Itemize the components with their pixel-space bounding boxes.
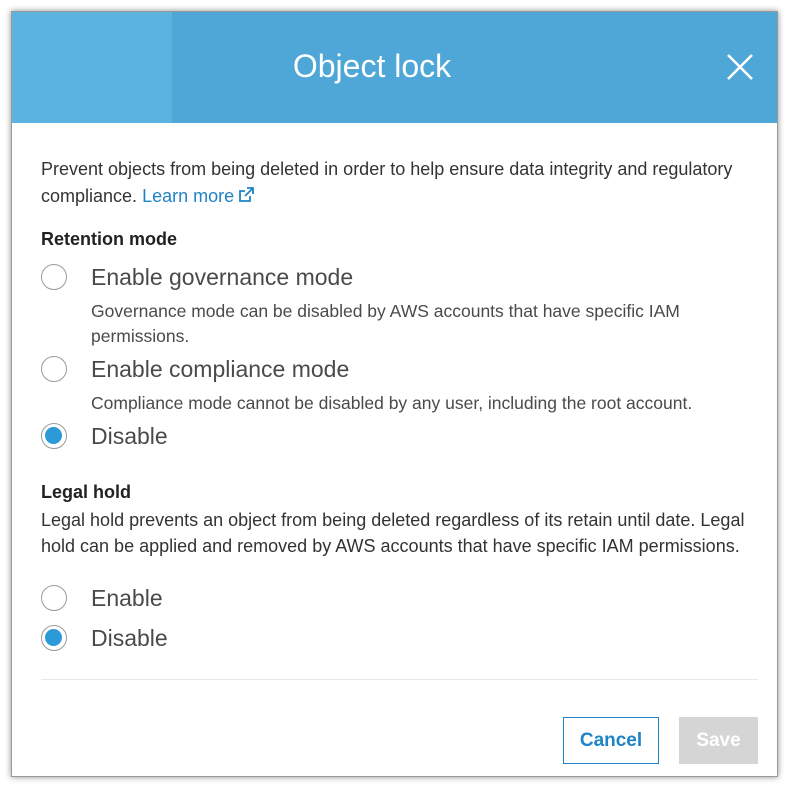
radio-label: Enable governance mode — [91, 263, 354, 290]
radio-label: Enable — [91, 584, 163, 611]
dialog-body: Prevent objects from being deleted in or… — [41, 123, 759, 655]
learn-more-label: Learn more — [142, 186, 235, 206]
object-lock-dialog: Object lock Prevent objects from being d… — [11, 11, 778, 777]
radio-label: Enable compliance mode — [91, 355, 350, 382]
close-x-icon — [727, 54, 753, 80]
legal-hold-heading: Legal hold — [41, 482, 131, 502]
external-link-icon — [237, 185, 255, 212]
footer-divider — [41, 679, 758, 680]
radio-button-selected[interactable] — [41, 423, 67, 449]
radio-button[interactable] — [41, 585, 67, 611]
radio-button-selected[interactable] — [41, 625, 67, 651]
compliance-mode-description: Compliance mode cannot be disabled by an… — [91, 393, 693, 413]
retention-mode-heading: Retention mode — [41, 229, 178, 249]
legal-hold-group: Enable Disable — [41, 581, 759, 655]
dialog-title: Object lock — [292, 48, 452, 84]
retention-mode-group: Enable governance mode Governance mode c… — [41, 260, 759, 453]
governance-mode-description: Governance mode can be disabled by AWS a… — [91, 301, 680, 346]
radio-button[interactable] — [41, 264, 67, 290]
learn-more-link[interactable]: Learn more — [142, 186, 255, 206]
radio-legal-hold-disable[interactable]: Disable — [41, 621, 759, 655]
intro-paragraph: Prevent objects from being deleted in or… — [41, 156, 759, 212]
radio-legal-hold-enable[interactable]: Enable — [41, 581, 759, 615]
radio-label: Disable — [91, 624, 168, 651]
close-button[interactable] — [725, 52, 755, 82]
cancel-button[interactable]: Cancel — [563, 717, 659, 764]
radio-compliance-mode[interactable]: Enable compliance mode — [41, 352, 759, 386]
radio-label: Disable — [91, 422, 168, 449]
radio-governance-mode[interactable]: Enable governance mode — [41, 260, 759, 294]
radio-retention-disable[interactable]: Disable — [41, 419, 759, 453]
save-button[interactable]: Save — [679, 717, 758, 764]
radio-button[interactable] — [41, 356, 67, 382]
legal-hold-description: Legal hold prevents an object from being… — [41, 510, 745, 556]
dialog-header: Object lock — [12, 12, 777, 123]
